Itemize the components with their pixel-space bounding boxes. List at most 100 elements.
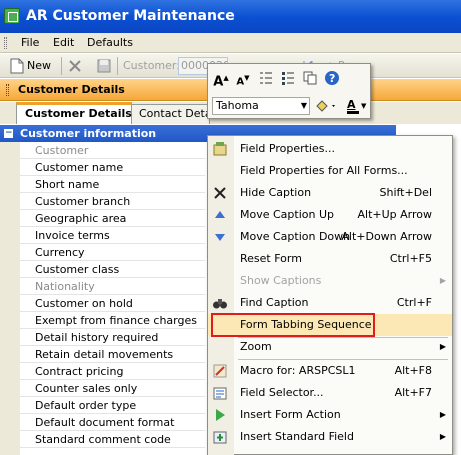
submenu-arrow-icon: ▶	[439, 410, 446, 419]
binoculars-icon	[212, 295, 228, 311]
highlight-color-button[interactable]	[314, 97, 340, 115]
field-label: Customer class	[35, 263, 120, 276]
field-label: Customer	[35, 144, 89, 157]
grip-icon	[4, 37, 7, 49]
field-label: Customer name	[35, 161, 124, 174]
new-button[interactable]: New	[10, 57, 51, 75]
copy-format-icon[interactable]	[300, 69, 320, 87]
menu-item-field-properties-all[interactable]: Field Properties for All Forms...	[208, 160, 452, 182]
save-button[interactable]	[96, 57, 112, 75]
menu-item-hide-caption[interactable]: Hide Caption Shift+Del	[208, 182, 452, 204]
field-properties-icon	[212, 141, 228, 157]
menu-item-zoom[interactable]: Zoom ▶	[208, 336, 452, 358]
grow-font-icon[interactable]: A▲	[211, 69, 231, 89]
field-label: Invoice terms	[35, 229, 110, 242]
separator	[117, 57, 118, 75]
down-icon	[212, 229, 228, 245]
annotation-highlight-box	[211, 313, 375, 337]
field-row[interactable]: Customer branch	[20, 193, 205, 210]
shrink-font-icon[interactable]: A▼	[233, 69, 253, 87]
menu-item-macro[interactable]: Macro for: ARSPCSL1 Alt+F8	[208, 360, 452, 382]
field-row[interactable]: Currency	[20, 244, 205, 261]
field-row[interactable]: Default document format	[20, 414, 205, 431]
tab-customer-details[interactable]: Customer Details	[16, 102, 132, 124]
field-label: Retain detail movements	[35, 348, 174, 361]
field-row[interactable]: Retain detail movements	[20, 346, 205, 363]
new-label: New	[27, 59, 51, 72]
field-row[interactable]: Customer name	[20, 159, 205, 176]
context-menu: Field Properties... Field Properties for…	[207, 135, 453, 455]
collapse-icon[interactable]: −	[4, 129, 13, 138]
field-row[interactable]: Nationality	[20, 278, 205, 295]
field-row[interactable]: Detail history required	[20, 329, 205, 346]
field-label: Short name	[35, 178, 100, 191]
field-row[interactable]: Customer class	[20, 261, 205, 278]
grip-icon	[6, 84, 9, 96]
separator	[61, 57, 62, 75]
menu-item-move-caption-down[interactable]: Move Caption Down Alt+Down Arrow	[208, 226, 452, 248]
insert-field-icon	[212, 429, 228, 445]
delete-button[interactable]	[67, 57, 83, 75]
submenu-arrow-icon: ▶	[439, 342, 446, 351]
field-label: Contract pricing	[35, 365, 124, 378]
hide-icon	[212, 185, 228, 201]
field-row[interactable]: Customer	[20, 142, 205, 159]
bullet-list-icon[interactable]	[256, 69, 276, 87]
submenu-arrow-icon: ▶	[439, 276, 446, 285]
field-row[interactable]: Customer on hold	[20, 295, 205, 312]
field-row[interactable]: Counter sales only	[20, 380, 205, 397]
field-row[interactable]: Geographic area	[20, 210, 205, 227]
field-label: Nationality	[35, 280, 95, 293]
menu-item-move-caption-up[interactable]: Move Caption Up Alt+Up Arrow	[208, 204, 452, 226]
format-mini-toolbar: A▲ A▼ ? Tahoma ▼ A ▼	[207, 63, 371, 119]
field-label: Standard comment code	[35, 433, 171, 446]
font-color-button[interactable]: A ▼	[343, 97, 369, 115]
menu-item-find-caption[interactable]: Find Caption Ctrl+F	[208, 292, 452, 314]
field-row[interactable]: Standard comment code	[20, 431, 205, 448]
menu-defaults[interactable]: Defaults	[87, 36, 133, 49]
font-name-value: Tahoma	[216, 99, 259, 112]
field-label: Exempt from finance charges	[35, 314, 197, 327]
menu-file[interactable]: File	[21, 36, 39, 49]
field-row[interactable]: Contract pricing	[20, 363, 205, 380]
panel-title: Customer Details	[18, 83, 125, 96]
chevron-down-icon: ▼	[361, 102, 367, 110]
menu-item-insert-form-action[interactable]: Insert Form Action ▶	[208, 404, 452, 426]
field-row[interactable]: Default order type	[20, 397, 205, 414]
field-label: Counter sales only	[35, 382, 138, 395]
row-gutter	[0, 142, 20, 455]
help-icon[interactable]: ?	[322, 69, 342, 87]
menu-edit[interactable]: Edit	[53, 36, 74, 49]
app-icon	[4, 8, 20, 24]
save-icon	[97, 59, 111, 73]
window-title: AR Customer Maintenance	[26, 8, 235, 24]
menu-item-field-properties[interactable]: Field Properties...	[208, 138, 452, 160]
menu-item-insert-standard-field[interactable]: Insert Standard Field ▶	[208, 426, 452, 448]
tab-contact-details[interactable]: Contact Detail	[130, 104, 210, 124]
menu-bar: File Edit Defaults	[0, 33, 461, 53]
title-bar: AR Customer Maintenance	[0, 0, 461, 33]
field-label: Customer branch	[35, 195, 131, 208]
menu-item-reset-form[interactable]: Reset Form Ctrl+F5	[208, 248, 452, 270]
play-icon	[212, 407, 228, 423]
field-row[interactable]: Exempt from finance charges	[20, 312, 205, 329]
field-selector-icon	[212, 385, 228, 401]
field-label: Default order type	[35, 399, 137, 412]
menu-item-field-selector[interactable]: Field Selector... Alt+F7	[208, 382, 452, 404]
chevron-down-icon: ▼	[300, 101, 307, 110]
field-row[interactable]: Invoice terms	[20, 227, 205, 244]
field-label: Default document format	[35, 416, 175, 429]
submenu-arrow-icon: ▶	[439, 432, 446, 441]
macro-icon	[212, 363, 228, 379]
menu-item-show-captions[interactable]: Show Captions ▶	[208, 270, 452, 292]
section-title: Customer information	[20, 127, 157, 140]
up-icon	[212, 207, 228, 223]
new-document-icon	[10, 58, 24, 74]
field-label: Detail history required	[35, 331, 159, 344]
font-name-select[interactable]: Tahoma ▼	[212, 97, 310, 115]
delete-icon	[69, 60, 81, 72]
customer-label: Customer:	[123, 59, 180, 72]
numbered-list-icon[interactable]	[278, 69, 298, 87]
field-row[interactable]: Short name	[20, 176, 205, 193]
field-label: Customer on hold	[35, 297, 133, 310]
